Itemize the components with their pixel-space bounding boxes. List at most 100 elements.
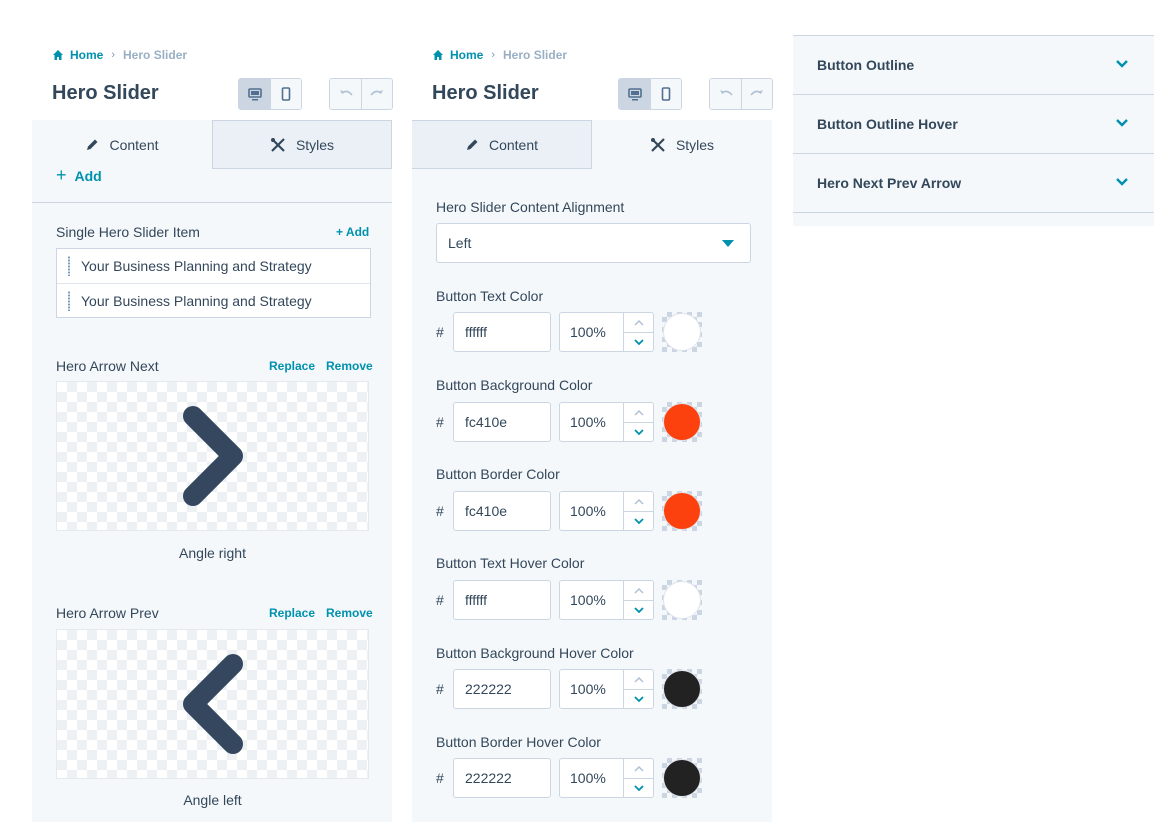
- decrement-button[interactable]: [624, 689, 653, 708]
- breadcrumb-current: Hero Slider: [503, 48, 568, 62]
- opacity-value: 100%: [570, 414, 606, 430]
- add-button-label: Add: [74, 167, 102, 184]
- device-toggle: [618, 78, 682, 110]
- color-field-label: Button Text Hover Color: [436, 555, 585, 571]
- increment-button[interactable]: [624, 759, 653, 778]
- arrow-prev-image-preview[interactable]: [56, 629, 369, 779]
- increment-button[interactable]: [624, 403, 653, 422]
- color-picker-row: # fc410e 100%: [436, 402, 706, 442]
- alignment-select[interactable]: Left: [436, 223, 751, 263]
- accordion-hero-next-prev-arrow[interactable]: Hero Next Prev Arrow: [793, 154, 1154, 213]
- decrement-button[interactable]: [624, 600, 653, 619]
- replace-link[interactable]: Replace: [269, 359, 315, 373]
- hex-input[interactable]: 222222: [453, 758, 551, 798]
- tab-content[interactable]: Content: [412, 120, 592, 169]
- accordion-button-outline[interactable]: Button Outline: [793, 36, 1154, 95]
- redo-icon: [370, 90, 383, 96]
- accordion-footer: [793, 213, 1154, 226]
- styles-editor-panel: Home › Hero Slider Hero Slider Content S…: [412, 0, 773, 831]
- increment-button[interactable]: [624, 581, 653, 600]
- opacity-input[interactable]: 100%: [559, 491, 654, 531]
- opacity-stepper: [623, 581, 653, 619]
- chevron-down-icon: [1116, 119, 1128, 127]
- desktop-view-button[interactable]: [619, 79, 650, 109]
- styles-icon: [650, 137, 665, 152]
- list-item[interactable]: Your Business Planning and Strategy: [57, 283, 370, 317]
- undo-button[interactable]: [710, 79, 741, 109]
- color-swatch-button[interactable]: [662, 580, 702, 620]
- list-item-label: Your Business Planning and Strategy: [81, 258, 312, 274]
- hex-input[interactable]: fc410e: [453, 402, 551, 442]
- breadcrumb-home-link[interactable]: Home: [450, 48, 483, 62]
- opacity-stepper: [623, 759, 653, 797]
- add-slider-item-link[interactable]: + Add: [336, 225, 369, 239]
- tab-styles[interactable]: Styles: [592, 120, 772, 169]
- color-swatch-button[interactable]: [662, 758, 702, 798]
- increment-button[interactable]: [624, 492, 653, 511]
- opacity-stepper: [623, 313, 653, 351]
- chevron-up-icon: [633, 319, 644, 326]
- redo-button[interactable]: [741, 79, 772, 109]
- history-controls: [709, 78, 773, 110]
- decrement-button[interactable]: [624, 778, 653, 797]
- decrement-button[interactable]: [624, 422, 653, 441]
- replace-link[interactable]: Replace: [269, 606, 315, 620]
- breadcrumb-home-link[interactable]: Home: [70, 48, 103, 62]
- pencil-icon: [87, 139, 98, 150]
- hex-input[interactable]: ffffff: [453, 580, 551, 620]
- arrow-prev-label: Hero Arrow Prev: [56, 605, 159, 621]
- color-swatch: [663, 759, 701, 797]
- remove-link[interactable]: Remove: [326, 606, 373, 620]
- mobile-view-button[interactable]: [270, 79, 301, 109]
- accordion-button-outline-hover[interactable]: Button Outline Hover: [793, 95, 1154, 154]
- color-picker-row: # ffffff 100%: [436, 580, 706, 620]
- page-title: Hero Slider: [432, 82, 539, 104]
- opacity-input[interactable]: 100%: [559, 669, 654, 709]
- drag-handle-icon[interactable]: [67, 290, 71, 311]
- arrow-next-image-preview[interactable]: [56, 381, 369, 531]
- add-button[interactable]: + Add: [56, 165, 102, 186]
- angle-left-icon: [182, 654, 243, 754]
- hash-symbol: #: [436, 503, 444, 519]
- desktop-view-button[interactable]: [239, 79, 270, 109]
- color-field-label: Button Border Hover Color: [436, 734, 601, 750]
- mobile-view-button[interactable]: [650, 79, 681, 109]
- color-swatch-button[interactable]: [662, 491, 702, 531]
- chevron-down-icon: [633, 429, 644, 435]
- color-swatch: [663, 581, 701, 619]
- hex-input[interactable]: fc410e: [453, 491, 551, 531]
- color-picker-row: #222222 100%: [436, 758, 706, 798]
- drag-handle-icon[interactable]: [67, 256, 71, 276]
- hex-input[interactable]: 222222: [453, 669, 551, 709]
- hex-value: 222222: [465, 770, 512, 786]
- decrement-button[interactable]: [624, 511, 653, 530]
- opacity-input[interactable]: 100%: [559, 312, 654, 352]
- opacity-input[interactable]: 100%: [559, 580, 654, 620]
- hex-input[interactable]: ffffff: [453, 312, 551, 352]
- opacity-input[interactable]: 100%: [559, 402, 654, 442]
- color-swatch-button[interactable]: [662, 402, 702, 442]
- increment-button[interactable]: [624, 313, 653, 332]
- opacity-value: 100%: [570, 681, 606, 697]
- undo-button[interactable]: [330, 79, 361, 109]
- color-swatch-button[interactable]: [662, 669, 702, 709]
- increment-button[interactable]: [624, 670, 653, 689]
- opacity-input[interactable]: 100%: [559, 758, 654, 798]
- tab-content-label: Content: [109, 136, 159, 153]
- hex-value: 222222: [465, 681, 512, 697]
- color-picker-row: #222222 100%: [436, 669, 706, 709]
- redo-button[interactable]: [361, 79, 392, 109]
- chevron-up-icon: [633, 676, 644, 683]
- home-icon: [53, 50, 63, 60]
- decrement-button[interactable]: [624, 332, 653, 351]
- undo-icon: [339, 90, 353, 96]
- color-swatch-button[interactable]: [662, 312, 702, 352]
- tab-content[interactable]: Content: [32, 120, 212, 169]
- color-swatch: [663, 403, 701, 441]
- hash-symbol: #: [436, 592, 444, 608]
- tab-styles[interactable]: Styles: [212, 120, 392, 169]
- chevron-up-icon: [633, 498, 644, 505]
- breadcrumb: Home › Hero Slider: [432, 48, 567, 62]
- remove-link[interactable]: Remove: [326, 359, 373, 373]
- list-item[interactable]: Your Business Planning and Strategy: [57, 249, 370, 283]
